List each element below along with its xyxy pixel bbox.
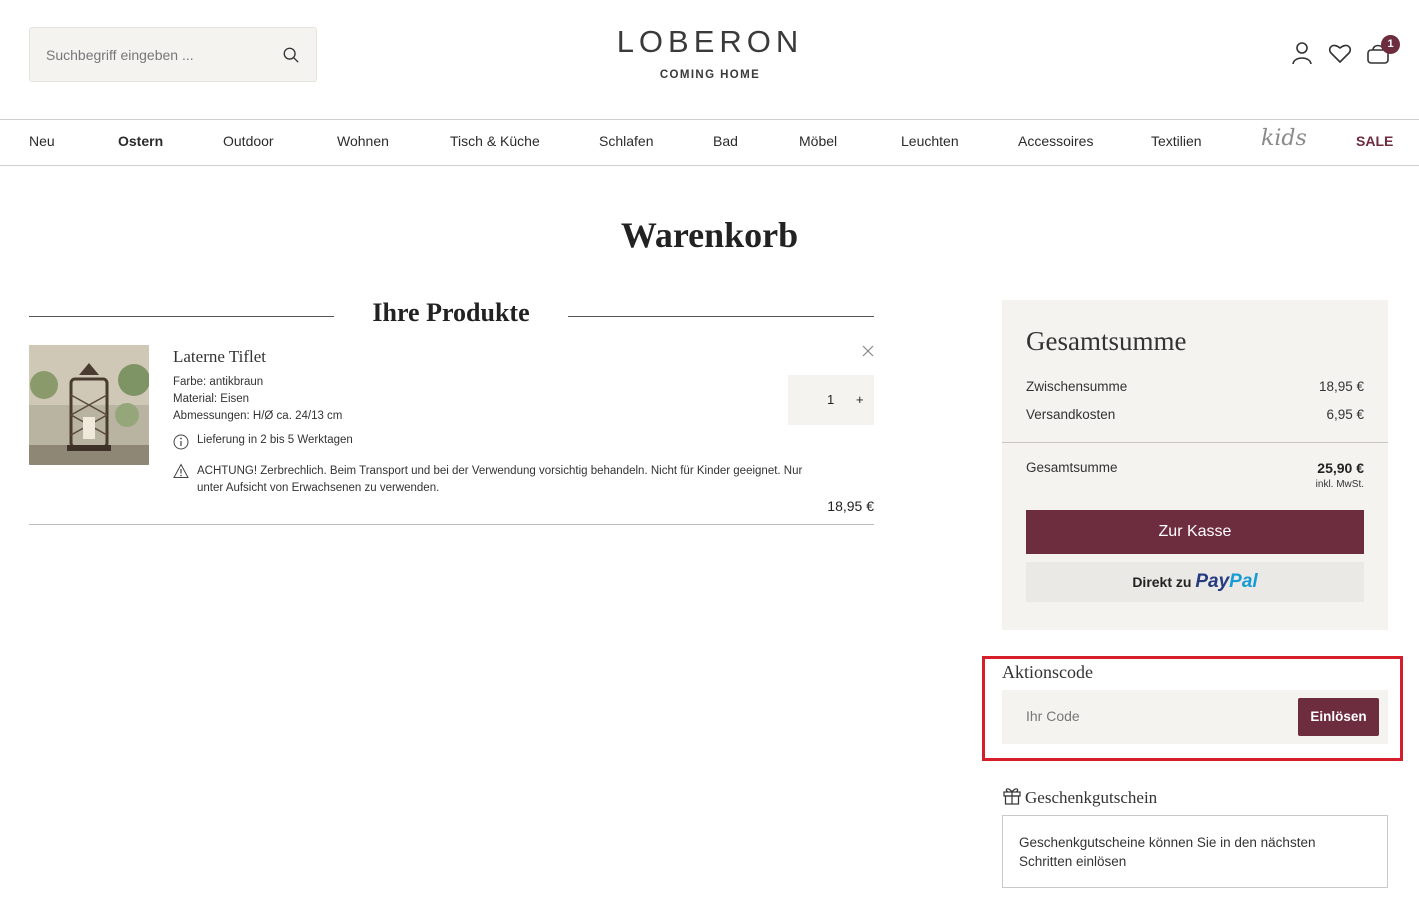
nav-item-ostern[interactable]: Ostern: [118, 133, 163, 149]
delivery-text: Lieferung in 2 bis 5 Werktagen: [197, 434, 353, 446]
shipping-label: Versandkosten: [1026, 407, 1116, 422]
product-material: Material: Eisen: [173, 393, 250, 405]
product-name[interactable]: Laterne Tiflet: [173, 347, 266, 367]
products-heading: Ihre Produkte: [372, 298, 530, 327]
paypal-logo-pay: Pay: [1195, 571, 1230, 592]
nav-item-moebel[interactable]: Möbel: [799, 133, 837, 149]
paypal-button[interactable]: Direkt zu PayPal: [1026, 562, 1364, 602]
section-divider-left: [29, 316, 334, 317]
nav-item-outdoor[interactable]: Outdoor: [223, 133, 274, 149]
product-warning: ACHTUNG! Zerbrechlich. Beim Transport un…: [173, 463, 803, 497]
nav-item-accessoires[interactable]: Accessoires: [1018, 133, 1093, 149]
checkout-button[interactable]: Zur Kasse: [1026, 510, 1364, 554]
subtotal-row: Zwischensumme 18,95 €: [1026, 379, 1364, 394]
paypal-prefix: Direkt zu: [1132, 574, 1192, 590]
summary-title: Gesamtsumme: [1026, 326, 1187, 356]
page-title: Warenkorb: [620, 215, 799, 255]
remove-item-icon[interactable]: [861, 344, 875, 358]
paypal-logo-pal: Pal: [1229, 571, 1258, 592]
warning-icon: [173, 463, 189, 478]
gift-text: Geschenkgutscheine können Sie in den näc…: [1019, 835, 1316, 869]
subtotal-label: Zwischensumme: [1026, 379, 1128, 394]
nav-item-sale[interactable]: SALE: [1356, 133, 1393, 149]
search-input[interactable]: Suchbegriff eingeben ...: [46, 47, 194, 63]
redeem-button[interactable]: Einlösen: [1298, 698, 1379, 736]
brand-name: LOBERON: [616, 24, 804, 59]
section-divider-right: [568, 316, 874, 317]
nav-item-neu[interactable]: Neu: [29, 133, 55, 149]
brand-tagline: COMING HOME: [659, 69, 761, 81]
gift-icon: [1003, 788, 1021, 805]
cart-count-badge: 1: [1381, 35, 1400, 54]
logo[interactable]: LOBERON COMING HOME: [560, 24, 860, 81]
vat-note: inkl. MwSt.: [1315, 479, 1364, 490]
promo-field: Ihr Code Einlösen: [1002, 690, 1388, 744]
line-item-price: 18,95 €: [827, 498, 874, 514]
nav-item-textilien[interactable]: Textilien: [1151, 133, 1202, 149]
gift-title: Geschenkgutschein: [1025, 788, 1158, 807]
nav-item-leuchten[interactable]: Leuchten: [901, 133, 959, 149]
account-icon[interactable]: [1289, 40, 1315, 66]
nav-item-wohnen[interactable]: Wohnen: [337, 133, 389, 149]
gift-info-box: Geschenkgutscheine können Sie in den näc…: [1002, 815, 1388, 888]
quantity-increase-button[interactable]: +: [856, 392, 864, 407]
product-dimensions: Abmessungen: H/Ø ca. 24/13 cm: [173, 410, 343, 422]
warning-text: ACHTUNG! Zerbrechlich. Beim Transport un…: [197, 465, 803, 494]
quantity-stepper[interactable]: 1 +: [788, 375, 874, 425]
nav-item-bad[interactable]: Bad: [713, 133, 738, 149]
main-nav: Neu Ostern Outdoor Wohnen Tisch & Küche …: [0, 119, 1419, 166]
order-summary: Gesamtsumme Zwischensumme 18,95 € Versan…: [1002, 300, 1388, 630]
total-label: Gesamtsumme: [1026, 460, 1118, 475]
promo-code-input[interactable]: Ihr Code: [1026, 708, 1080, 724]
search-box[interactable]: Suchbegriff eingeben ...: [29, 27, 317, 82]
search-icon[interactable]: [282, 46, 300, 64]
product-image[interactable]: [29, 345, 149, 465]
nav-item-tisch-kueche[interactable]: Tisch & Küche: [450, 133, 540, 149]
total-value: 25,90 €: [1317, 460, 1364, 476]
shipping-value: 6,95 €: [1326, 407, 1364, 422]
subtotal-value: 18,95 €: [1318, 379, 1364, 394]
wishlist-heart-icon[interactable]: [1327, 40, 1353, 66]
nav-item-schlafen[interactable]: Schlafen: [599, 133, 653, 149]
summary-divider: [1002, 442, 1388, 443]
promo-title: Aktionscode: [1002, 662, 1093, 682]
nav-item-kids[interactable]: kids: [1261, 126, 1307, 151]
info-icon: [173, 434, 189, 450]
shipping-row: Versandkosten 6,95 €: [1026, 407, 1364, 422]
quantity-value[interactable]: 1: [827, 392, 834, 407]
product-color: Farbe: antikbraun: [173, 376, 264, 388]
product-divider: [29, 524, 874, 525]
delivery-info: Lieferung in 2 bis 5 Werktagen: [173, 434, 353, 450]
total-row: Gesamtsumme: [1026, 460, 1364, 475]
